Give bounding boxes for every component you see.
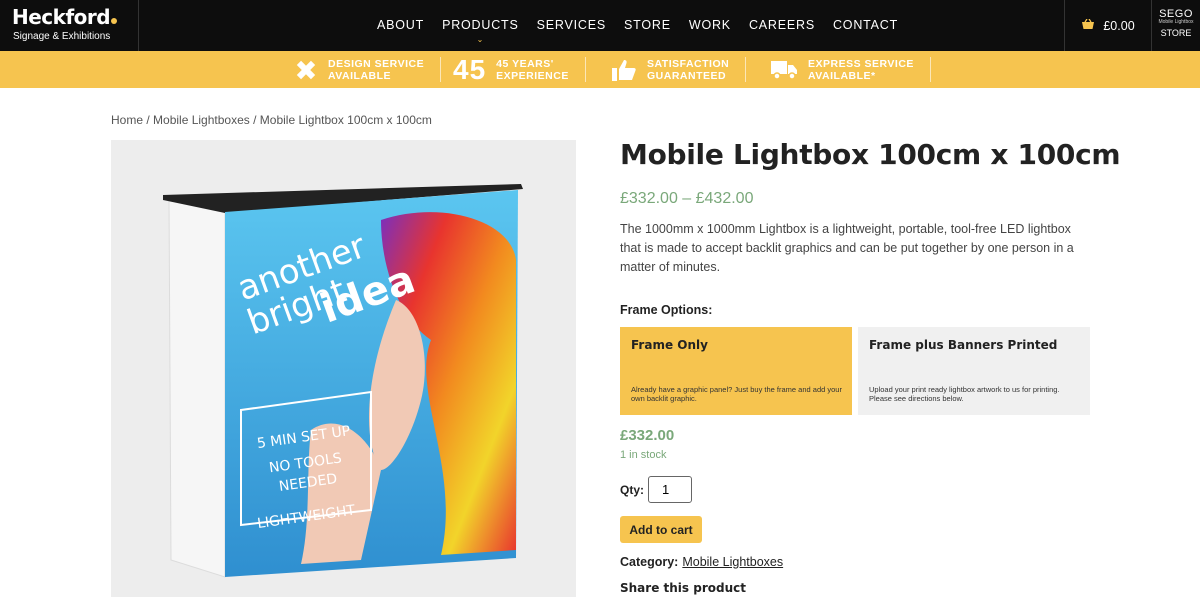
breadcrumb-category[interactable]: Mobile Lightboxes: [153, 113, 250, 127]
main-nav: ABOUT PRODUCTS ⌄ SERVICES STORE WORK CAR…: [377, 18, 916, 44]
option-frame-plus-banners[interactable]: Frame plus Banners Printed Upload your p…: [858, 327, 1090, 415]
option-frame-only[interactable]: Frame Only Already have a graphic panel?…: [620, 327, 852, 415]
usp-banner: DESIGN SERVICE AVAILABLE 45 45 YEARS' EX…: [0, 51, 1200, 88]
option-title: Frame Only: [631, 338, 708, 352]
usp-design-line1: DESIGN SERVICE: [328, 57, 425, 70]
usp-satisfaction-line1: SATISFACTION: [647, 57, 730, 70]
product-title: Mobile Lightbox 100cm x 100cm: [620, 138, 1121, 171]
add-to-cart-button[interactable]: Add to cart: [620, 516, 702, 543]
nav-item-store[interactable]: STORE: [624, 18, 671, 32]
breadcrumb-separator: /: [249, 113, 260, 127]
logo[interactable]: Heckford Signage & Exhibitions: [0, 0, 139, 51]
frame-options-label: Frame Options:: [620, 303, 713, 317]
quantity-input[interactable]: [648, 476, 692, 503]
share-heading: Share this product: [620, 581, 746, 595]
stock-status: 1 in stock: [620, 449, 667, 461]
option-description: Upload your print ready lightbox artwork…: [869, 385, 1060, 403]
usp-experience: 45 45 YEARS' EXPERIENCE: [453, 53, 586, 85]
breadcrumb-separator: /: [143, 113, 154, 127]
breadcrumb-current: Mobile Lightbox 100cm x 100cm: [259, 113, 432, 127]
breadcrumb-home[interactable]: Home: [111, 113, 143, 127]
usp-design-line2: AVAILABLE: [328, 69, 392, 82]
nav-item-products-label: PRODUCTS: [442, 18, 519, 32]
site-header: Heckford Signage & Exhibitions ABOUT PRO…: [0, 0, 1200, 51]
chevron-down-icon: ⌄: [476, 35, 485, 44]
usp-design-service: DESIGN SERVICE AVAILABLE: [294, 57, 442, 82]
usp-express-line2: AVAILABLE*: [808, 69, 876, 82]
category-link[interactable]: Mobile Lightboxes: [682, 555, 783, 569]
nav-item-work[interactable]: WORK: [689, 18, 731, 32]
selected-price: £332.00: [620, 427, 675, 444]
product-image[interactable]: another bright idea 5 MIN SET UP NO TOOL…: [111, 140, 576, 597]
store-link[interactable]: SEGO Mobile Lightbox STORE: [1152, 0, 1200, 51]
store-label: STORE: [1160, 28, 1192, 38]
usp-satisfaction: SATISFACTION GUARANTEED: [611, 57, 747, 82]
option-title: Frame plus Banners Printed: [869, 338, 1058, 352]
usp-express: EXPRESS SERVICE AVAILABLE*: [770, 57, 931, 82]
nav-item-services[interactable]: SERVICES: [537, 18, 606, 32]
logo-wordmark: Heckford: [12, 5, 118, 29]
nav-item-products[interactable]: PRODUCTS ⌄: [442, 18, 519, 44]
years-number: 45: [453, 53, 487, 85]
lightbox-illustration: another bright idea 5 MIN SET UP NO TOOL…: [163, 184, 523, 578]
nav-item-contact[interactable]: CONTACT: [833, 18, 898, 32]
cart-total: £0.00: [1103, 18, 1135, 33]
category-label: Category:: [620, 555, 679, 569]
option-description: Already have a graphic panel? Just buy t…: [631, 385, 842, 403]
breadcrumb: Home / Mobile Lightboxes / Mobile Lightb…: [111, 113, 432, 127]
nav-item-about[interactable]: ABOUT: [377, 18, 424, 32]
pencil-ruler-icon: [294, 58, 318, 82]
usp-satisfaction-line2: GUARANTEED: [647, 69, 727, 82]
thumbs-up-icon: [611, 58, 637, 82]
product-category: Category: Mobile Lightboxes: [620, 555, 783, 569]
usp-express-line1: EXPRESS SERVICE: [808, 57, 914, 70]
store-tagline: Mobile Lightbox: [1158, 19, 1194, 25]
usp-experience-line2: EXPERIENCE: [496, 69, 569, 82]
logo-tagline: Signage & Exhibitions: [13, 31, 111, 42]
price-range: £332.00 – £432.00: [620, 190, 754, 207]
qty-label: Qty:: [620, 483, 644, 497]
cart-button[interactable]: £0.00: [1064, 0, 1152, 51]
truck-icon: [770, 59, 798, 81]
product-description: The 1000mm x 1000mm Lightbox is a lightw…: [620, 222, 1074, 274]
basket-icon: [1081, 18, 1095, 34]
nav-item-careers[interactable]: CAREERS: [749, 18, 815, 32]
usp-experience-line1: 45 YEARS': [496, 57, 554, 70]
